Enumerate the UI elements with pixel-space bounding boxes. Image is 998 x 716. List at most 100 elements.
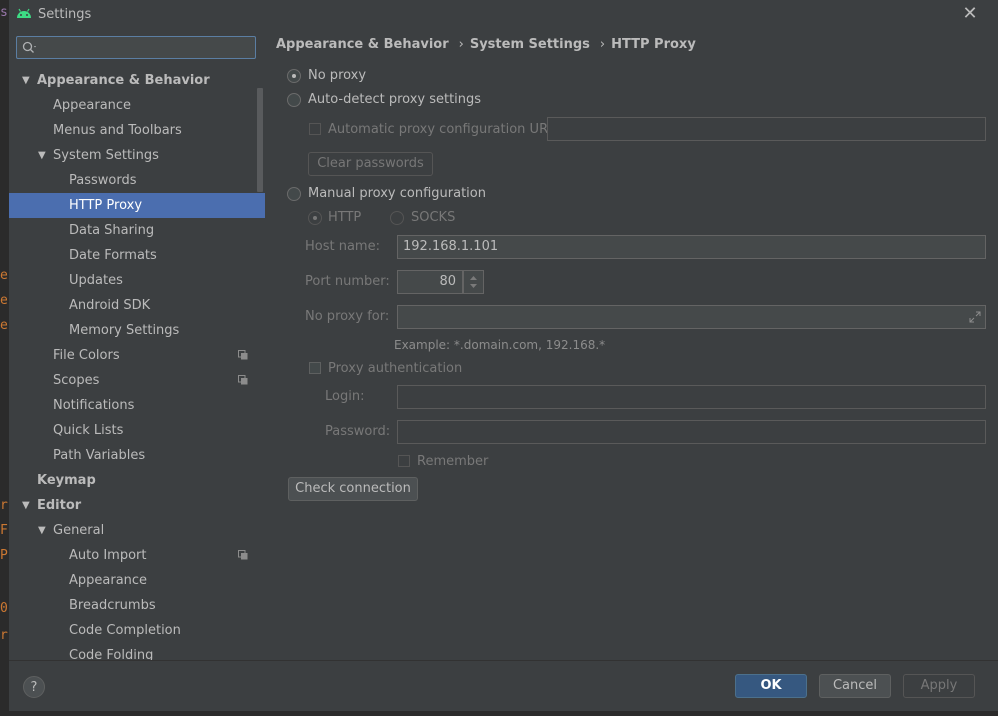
proxy-authentication-checkbox[interactable]: [309, 362, 321, 374]
sidebar-item[interactable]: ▼ System Settings: [9, 143, 265, 168]
sidebar-item-label: General: [53, 523, 105, 538]
sidebar-item[interactable]: Quick Lists: [9, 418, 265, 443]
auto-config-url-field[interactable]: [547, 117, 986, 141]
no-proxy-example: Example: *.domain.com, 192.168.*: [394, 338, 606, 352]
sidebar-item-label: Auto Import: [69, 548, 147, 563]
sidebar-item[interactable]: Appearance: [9, 568, 265, 593]
project-scope-icon: [238, 350, 248, 360]
auto-detect-radio[interactable]: [287, 93, 301, 107]
sidebar-item-label: Date Formats: [69, 248, 157, 263]
sidebar-item-label: Menus and Toolbars: [53, 123, 182, 138]
settings-dialog: Settings ✕ ▼ Appearance & Behavior Appeara…: [9, 0, 998, 711]
expand-arrow-icon[interactable]: ▼: [22, 493, 30, 518]
sidebar-item[interactable]: Scopes: [9, 368, 265, 393]
auto-config-url-label: Automatic proxy configuration URL:: [328, 122, 560, 137]
sidebar-item[interactable]: ▼ Editor: [9, 493, 265, 518]
search-input[interactable]: [16, 36, 256, 59]
sidebar-item-label: Code Completion: [69, 623, 181, 638]
cancel-button[interactable]: Cancel: [819, 674, 891, 698]
expand-icon[interactable]: [969, 311, 981, 323]
breadcrumb-item[interactable]: System Settings: [470, 37, 590, 52]
breadcrumb-item[interactable]: Appearance & Behavior: [276, 37, 449, 52]
http-radio[interactable]: [308, 211, 322, 225]
expand-arrow-icon[interactable]: ▼: [38, 143, 46, 168]
no-proxy-label: No proxy: [308, 68, 367, 83]
password-label: Password:: [325, 424, 391, 439]
host-name-field[interactable]: 192.168.1.101: [397, 235, 986, 259]
bg-glyph: e: [0, 268, 8, 283]
sidebar-item-label: Appearance & Behavior: [37, 73, 210, 88]
settings-sidebar: ▼ Appearance & Behavior Appearance Menus an…: [9, 30, 265, 663]
sidebar-item[interactable]: Notifications: [9, 393, 265, 418]
manual-proxy-radio[interactable]: [287, 187, 301, 201]
sidebar-item-label: Notifications: [53, 398, 135, 413]
sidebar-item-label: Passwords: [69, 173, 137, 188]
proxy-authentication-label: Proxy authentication: [328, 361, 463, 376]
port-number-field[interactable]: 80: [397, 270, 463, 294]
sidebar-scrollbar[interactable]: [257, 88, 263, 192]
bg-glyph: e: [0, 318, 8, 333]
sidebar-item-label: Updates: [69, 273, 123, 288]
sidebar-item[interactable]: ▼ Appearance & Behavior: [9, 68, 265, 93]
login-field[interactable]: [397, 385, 986, 409]
sidebar-item-label: Data Sharing: [69, 223, 155, 238]
help-button[interactable]: ?: [23, 676, 45, 698]
sidebar-item-label: Scopes: [53, 373, 100, 388]
close-icon[interactable]: ✕: [960, 4, 980, 24]
sidebar-item[interactable]: ▼ General: [9, 518, 265, 543]
expand-arrow-icon[interactable]: ▼: [22, 68, 30, 93]
sidebar-item[interactable]: Updates: [9, 268, 265, 293]
socks-label: SOCKS: [411, 210, 456, 225]
project-scope-icon: [238, 550, 248, 560]
bg-glyph: s: [0, 5, 8, 20]
check-connection-button[interactable]: Check connection: [288, 477, 418, 501]
sidebar-item[interactable]: Date Formats: [9, 243, 265, 268]
auto-detect-label: Auto-detect proxy settings: [308, 92, 482, 107]
sidebar-item[interactable]: Passwords: [9, 168, 265, 193]
no-proxy-for-field[interactable]: [397, 305, 986, 329]
sidebar-item[interactable]: HTTP Proxy: [9, 193, 265, 218]
socks-radio[interactable]: [390, 211, 404, 225]
sidebar-item-label: System Settings: [53, 148, 159, 163]
sidebar-item-label: Editor: [37, 498, 82, 513]
login-label: Login:: [325, 389, 365, 404]
sidebar-item-label: File Colors: [53, 348, 120, 363]
sidebar-item[interactable]: Memory Settings: [9, 318, 265, 343]
http-proxy-panel: Appearance & Behavior › System Settings › HT…: [267, 30, 998, 660]
sidebar-item[interactable]: Auto Import: [9, 543, 265, 568]
sidebar-item[interactable]: Keymap: [9, 468, 265, 493]
sidebar-item[interactable]: Android SDK: [9, 293, 265, 318]
apply-button[interactable]: Apply: [903, 674, 975, 698]
sidebar-item[interactable]: Breadcrumbs: [9, 593, 265, 618]
port-stepper[interactable]: [463, 270, 484, 294]
bg-glyph: e: [0, 293, 8, 308]
background-editor-strip: s e e e r F P 0 r: [0, 0, 9, 716]
sidebar-item[interactable]: Data Sharing: [9, 218, 265, 243]
sidebar-item[interactable]: Menus and Toolbars: [9, 118, 265, 143]
clear-passwords-button[interactable]: Clear passwords: [308, 152, 433, 176]
sidebar-item[interactable]: File Colors: [9, 343, 265, 368]
port-number-label: Port number:: [305, 274, 390, 289]
window-title: Settings: [38, 7, 92, 22]
expand-arrow-icon[interactable]: ▼: [38, 518, 46, 543]
sidebar-item-label: Memory Settings: [69, 323, 180, 338]
sidebar-item[interactable]: Appearance: [9, 93, 265, 118]
password-field[interactable]: [397, 420, 986, 444]
no-proxy-for-label: No proxy for:: [305, 309, 390, 324]
sidebar-item-label: Quick Lists: [53, 423, 124, 438]
stepper-arrows-icon: [470, 276, 477, 288]
sidebar-item-label: HTTP Proxy: [69, 198, 143, 213]
auto-config-url-checkbox[interactable]: [309, 123, 321, 135]
sidebar-item[interactable]: Code Completion: [9, 618, 265, 643]
remember-checkbox[interactable]: [398, 455, 410, 467]
sidebar-item-label: Path Variables: [53, 448, 146, 463]
sidebar-item-label: Appearance: [53, 98, 132, 113]
sidebar-item[interactable]: Path Variables: [9, 443, 265, 468]
manual-proxy-label: Manual proxy configuration: [308, 186, 486, 201]
sidebar-item-label: Android SDK: [69, 298, 151, 313]
android-icon: [17, 8, 31, 18]
sidebar-item-label: Appearance: [69, 573, 148, 588]
no-proxy-radio[interactable]: [287, 69, 301, 83]
ok-button[interactable]: OK: [735, 674, 807, 698]
dialog-footer: ? OK Cancel Apply: [9, 660, 998, 711]
